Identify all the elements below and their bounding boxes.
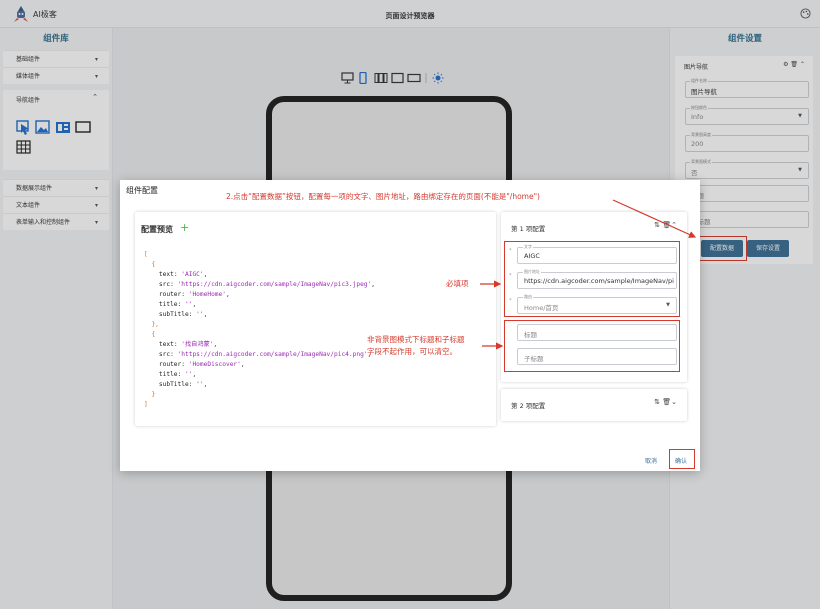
code-line: {	[144, 330, 375, 340]
annotation-config-step: 2.点击“配置数据”按钮，配置每一项的文字、图片地址，路由绑定存在的页面(不能是…	[226, 192, 540, 201]
code-line: subTitle: '',	[158, 381, 208, 388]
code-bracket: }	[151, 391, 156, 398]
code-key: src	[158, 281, 171, 288]
delete-icon[interactable]: 🗑	[662, 221, 671, 229]
code-line: subTitle: '',	[158, 311, 208, 318]
code-key: subTitle	[158, 381, 189, 388]
code-line: }	[144, 390, 375, 400]
item-2-config[interactable]: 第 2 项配置 ⇅ 🗑⌄	[501, 389, 687, 421]
preview-title: 配置预览	[141, 225, 173, 234]
annotation-line: 非背景图模式下标题和子标题	[367, 335, 465, 344]
code-key: subTitle	[158, 311, 189, 318]
code-line: },	[144, 320, 375, 330]
cancel-button[interactable]: 取消	[645, 456, 657, 465]
code-key: title	[158, 301, 178, 308]
code-value: 'https://cdn.aigcoder.com/sample/ImageNa…	[177, 351, 368, 358]
code-value: ''	[185, 371, 193, 378]
code-line: router: 'HomeHome',	[158, 291, 230, 298]
sort-icon[interactable]: ⇅	[654, 398, 660, 406]
dialog-title: 组件配置	[126, 186, 158, 195]
annotation-required: 必填项	[446, 279, 469, 288]
delete-icon[interactable]: 🗑	[662, 398, 671, 406]
code-value: '找自鸿蒙'	[181, 341, 214, 348]
code-value: 'AIGC'	[181, 271, 204, 278]
code-key: src	[158, 351, 171, 358]
highlight-required-fields	[504, 241, 680, 317]
code-line: src: 'https://cdn.aigcoder.com/sample/Im…	[158, 281, 375, 288]
chevron-up-icon[interactable]: ⌃	[671, 221, 677, 229]
code-bracket: },	[151, 321, 159, 328]
code-bracket: [	[144, 251, 148, 258]
code-value: ''	[196, 311, 204, 318]
item-title: 第 1 项配置	[511, 225, 546, 233]
code-bracket: {	[151, 331, 156, 338]
highlight-optional-fields	[504, 320, 680, 372]
code-key: router	[158, 361, 182, 368]
code-line: router: 'HomeDiscover',	[158, 361, 245, 368]
code-value: 'https://cdn.aigcoder.com/sample/ImageNa…	[177, 281, 372, 288]
code-preview: [ { text: 'AIGC', src: 'https://cdn.aigc…	[144, 250, 375, 410]
code-key: title	[158, 371, 178, 378]
code-value: ''	[185, 301, 193, 308]
code-value: 'HomeHome'	[188, 291, 226, 298]
annotation-optional: 非背景图模式下标题和子标题 字段不起作用，可以清空。	[367, 334, 465, 358]
highlight-confirm-button	[669, 449, 695, 469]
item-actions: ⇅ 🗑⌃	[654, 221, 677, 229]
add-icon[interactable]: +	[180, 221, 189, 234]
code-bracket: ]	[144, 401, 148, 408]
code-line: title: '',	[158, 371, 197, 378]
code-key: text	[158, 271, 174, 278]
chevron-down-icon[interactable]: ⌄	[671, 398, 677, 406]
annotation-line: 字段不起作用，可以清空。	[367, 347, 457, 356]
code-line: text: 'AIGC',	[158, 271, 208, 278]
code-line: src: 'https://cdn.aigcoder.com/sample/Im…	[158, 351, 372, 358]
item-actions: ⇅ 🗑⌄	[654, 398, 677, 406]
code-line: ]	[144, 400, 375, 410]
sort-icon[interactable]: ⇅	[654, 221, 660, 229]
code-key: router	[158, 291, 182, 298]
code-value: 'HomeDiscover'	[188, 361, 241, 368]
code-line: title: '',	[158, 301, 197, 308]
config-preview-card: 配置预览 + [ { text: 'AIGC', src: 'https://c…	[135, 212, 496, 426]
code-line: [	[144, 250, 375, 260]
code-key: text	[158, 341, 174, 348]
code-value: ''	[196, 381, 204, 388]
code-line: text: '找自鸿蒙',	[158, 341, 218, 348]
code-line: {	[144, 260, 375, 270]
item-title: 第 2 项配置	[511, 402, 546, 410]
code-bracket: {	[151, 261, 156, 268]
